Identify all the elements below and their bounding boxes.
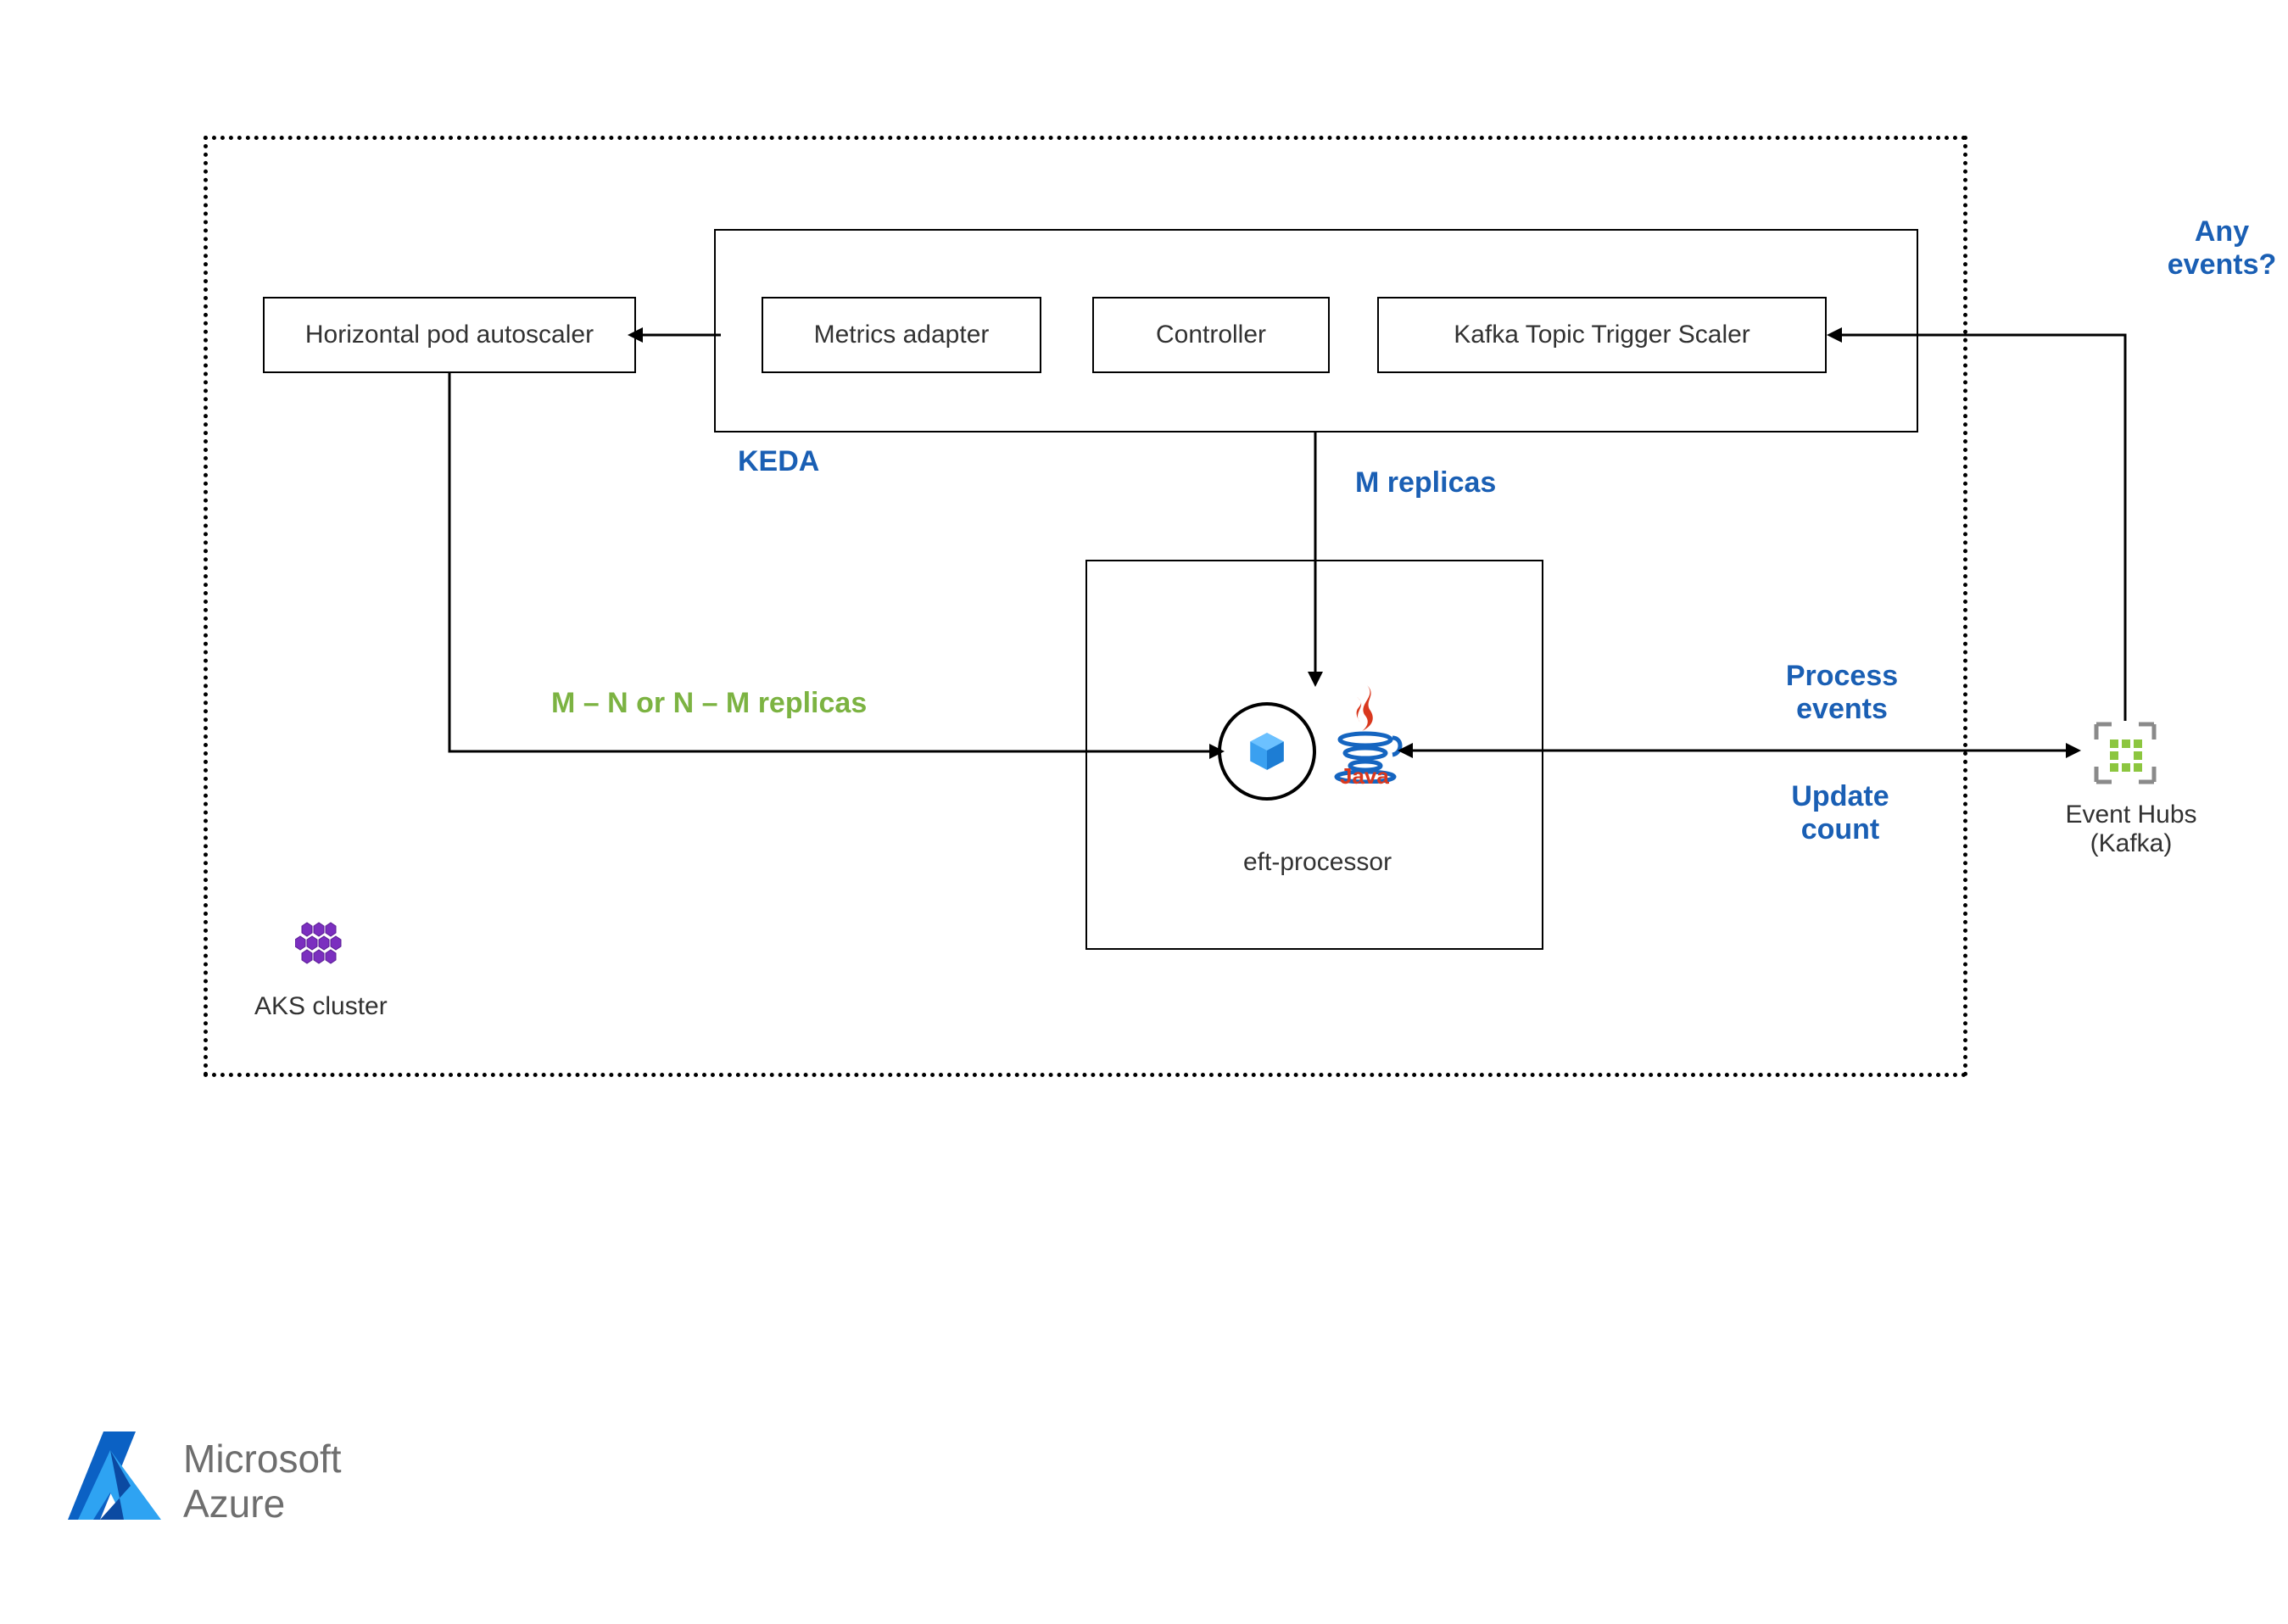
arrow-eft-eventhubs <box>1398 738 2081 763</box>
hpa-replicas-label: M – N or N – M replicas <box>551 687 867 720</box>
keda-metrics-adapter-box: Metrics adapter <box>762 297 1041 373</box>
aks-cluster-label: AKS cluster <box>254 992 388 1021</box>
keda-metrics-adapter-label: Metrics adapter <box>814 321 990 349</box>
keda-controller-box: Controller <box>1092 297 1330 373</box>
event-hubs-label: Event Hubs (Kafka) <box>2059 801 2203 858</box>
eft-processor-label: eft-processor <box>1243 848 1392 877</box>
hpa-box: Horizontal pod autoscaler <box>263 297 636 373</box>
aks-cluster-icon <box>295 916 349 967</box>
keda-scaler-label: Kafka Topic Trigger Scaler <box>1454 321 1750 349</box>
arrow-keda-to-hpa <box>628 322 721 348</box>
arrow-eventhubs-to-scaler <box>1827 322 2140 721</box>
m-replicas-label: M replicas <box>1355 466 1496 499</box>
keda-scaler-box: Kafka Topic Trigger Scaler <box>1377 297 1827 373</box>
azure-logo-icon <box>68 1425 170 1526</box>
kube-circle-icon <box>1218 702 1316 801</box>
java-text: Java <box>1340 763 1389 790</box>
event-hubs-icon <box>2093 721 2157 785</box>
azure-logo-text: Microsoft Azure <box>183 1437 342 1526</box>
hpa-label: Horizontal pod autoscaler <box>305 321 594 349</box>
keda-controller-label: Controller <box>1156 321 1266 349</box>
update-count-label: Update count <box>1764 780 1917 846</box>
any-events-label: Any events? <box>2154 215 2288 282</box>
